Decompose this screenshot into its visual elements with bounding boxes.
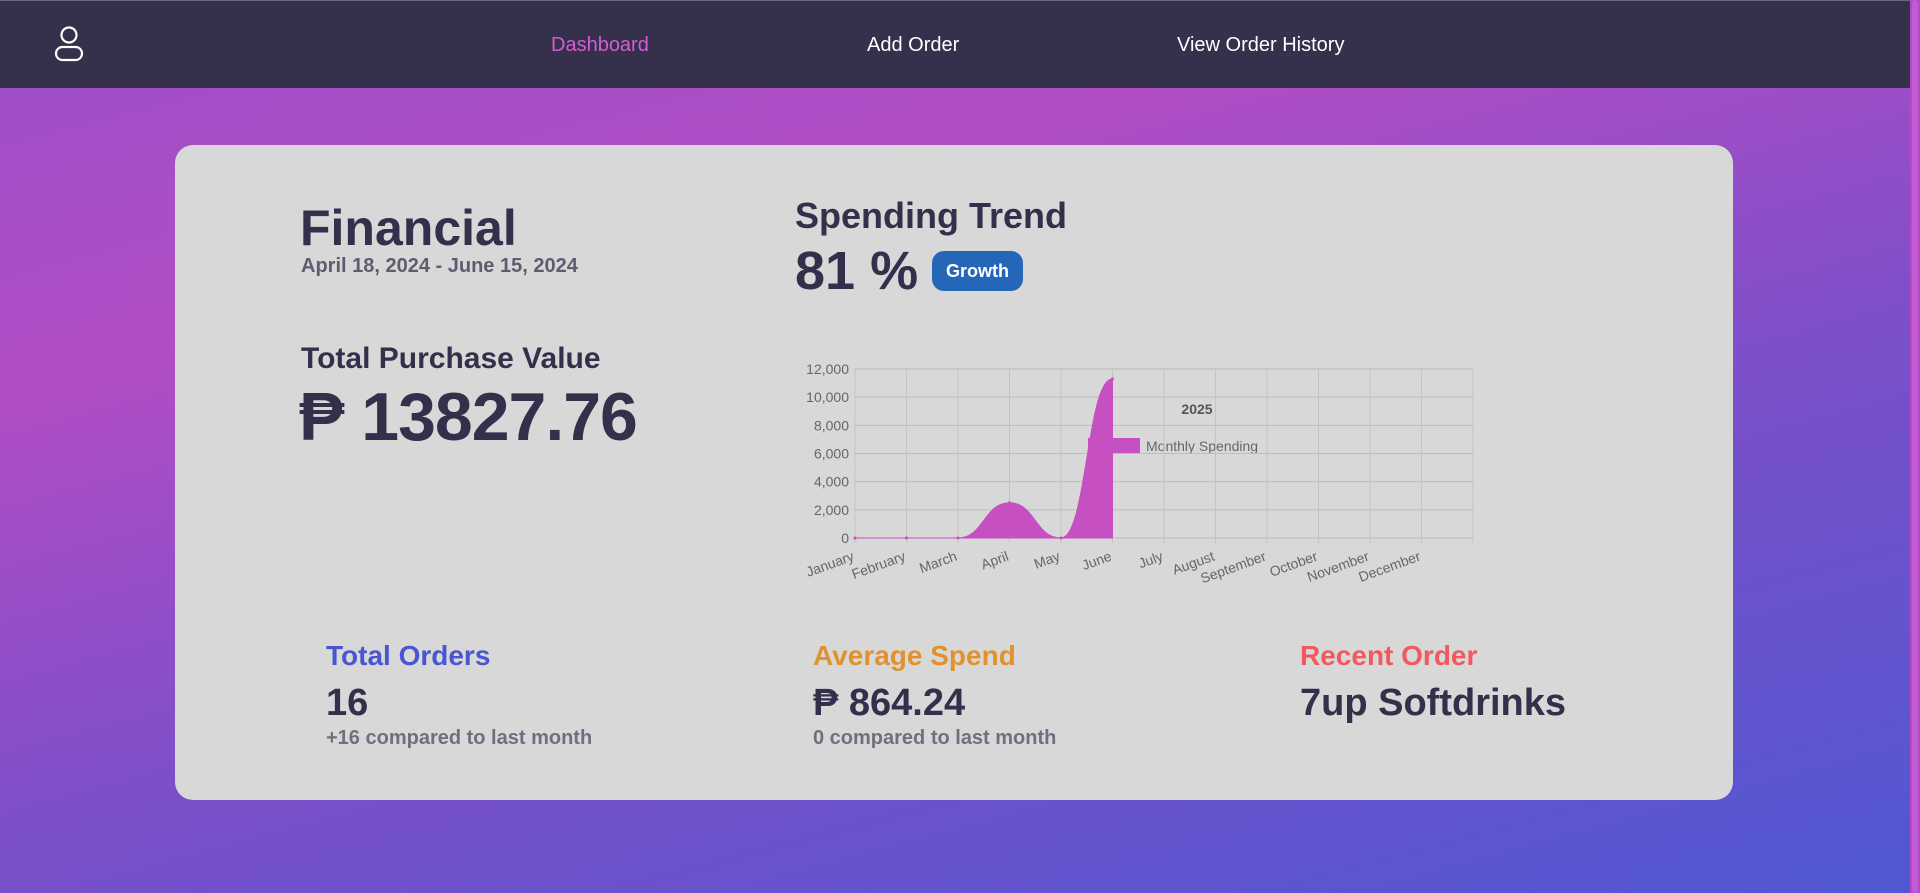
x-tick-label: May bbox=[1032, 548, 1062, 572]
spending-trend-chart: 2025 Monthly Spending 0 2,000 4,000 6,000 8,00… bbox=[804, 361, 1474, 586]
y-tick-label: 10,000 bbox=[806, 389, 849, 405]
top-navbar: Dashboard Add Order View Order History bbox=[0, 0, 1910, 88]
data-point bbox=[853, 536, 857, 540]
chart-title: 2025 bbox=[1181, 401, 1212, 417]
nav-dashboard-link[interactable]: Dashboard bbox=[551, 34, 649, 57]
total-purchase-value: ₱ 13827.76 bbox=[299, 379, 638, 455]
x-tick-label: July bbox=[1136, 548, 1165, 572]
data-point bbox=[1111, 377, 1114, 381]
user-profile-icon[interactable] bbox=[52, 25, 86, 63]
spending-trend-percent: 81 % bbox=[795, 241, 919, 301]
total-purchase-value-label: Total Purchase Value bbox=[301, 342, 601, 375]
average-spend-label: Average Spend bbox=[813, 640, 1016, 671]
average-spend-value: ₱ 864.24 bbox=[813, 682, 966, 724]
nav-view-order-history-link[interactable]: View Order History bbox=[1177, 34, 1344, 57]
y-tick-label: 4,000 bbox=[814, 474, 849, 490]
recent-order-label: Recent Order bbox=[1300, 640, 1478, 671]
legend-label: Monthly Spending bbox=[1146, 438, 1258, 454]
recent-order-value: 7up Softdrinks bbox=[1300, 682, 1567, 724]
data-point bbox=[1059, 536, 1063, 540]
total-orders-label: Total Orders bbox=[326, 640, 491, 671]
y-tick-label: 12,000 bbox=[806, 361, 849, 377]
total-orders-value: 16 bbox=[326, 682, 369, 724]
financial-date-range: April 18, 2024 - June 15, 2024 bbox=[301, 255, 578, 277]
page-scrollbar[interactable] bbox=[1910, 0, 1920, 893]
nav-add-order-link[interactable]: Add Order bbox=[867, 34, 959, 57]
x-tick-label: April bbox=[979, 548, 1011, 573]
y-tick-label: 2,000 bbox=[814, 502, 849, 518]
x-tick-label: February bbox=[849, 548, 907, 582]
spending-trend-title: Spending Trend bbox=[795, 195, 1068, 236]
data-point bbox=[1008, 501, 1011, 505]
data-point bbox=[956, 536, 960, 540]
growth-badge: Growth bbox=[932, 251, 1023, 291]
data-point bbox=[905, 536, 908, 540]
x-tick-label: June bbox=[1080, 548, 1114, 573]
total-orders-comparison: +16 compared to last month bbox=[326, 727, 593, 749]
y-tick-label: 8,000 bbox=[814, 417, 849, 433]
x-tick-label: January bbox=[804, 548, 856, 580]
area-series-monthly-spending bbox=[855, 378, 1113, 539]
dashboard-card: Financial April 18, 2024 - June 15, 2024… bbox=[175, 145, 1733, 800]
y-tick-label: 0 bbox=[841, 530, 849, 546]
y-tick-label: 6,000 bbox=[814, 446, 849, 462]
financial-title: Financial bbox=[300, 200, 517, 256]
x-tick-label: March bbox=[917, 548, 959, 576]
average-spend-comparison: 0 compared to last month bbox=[813, 727, 1057, 749]
